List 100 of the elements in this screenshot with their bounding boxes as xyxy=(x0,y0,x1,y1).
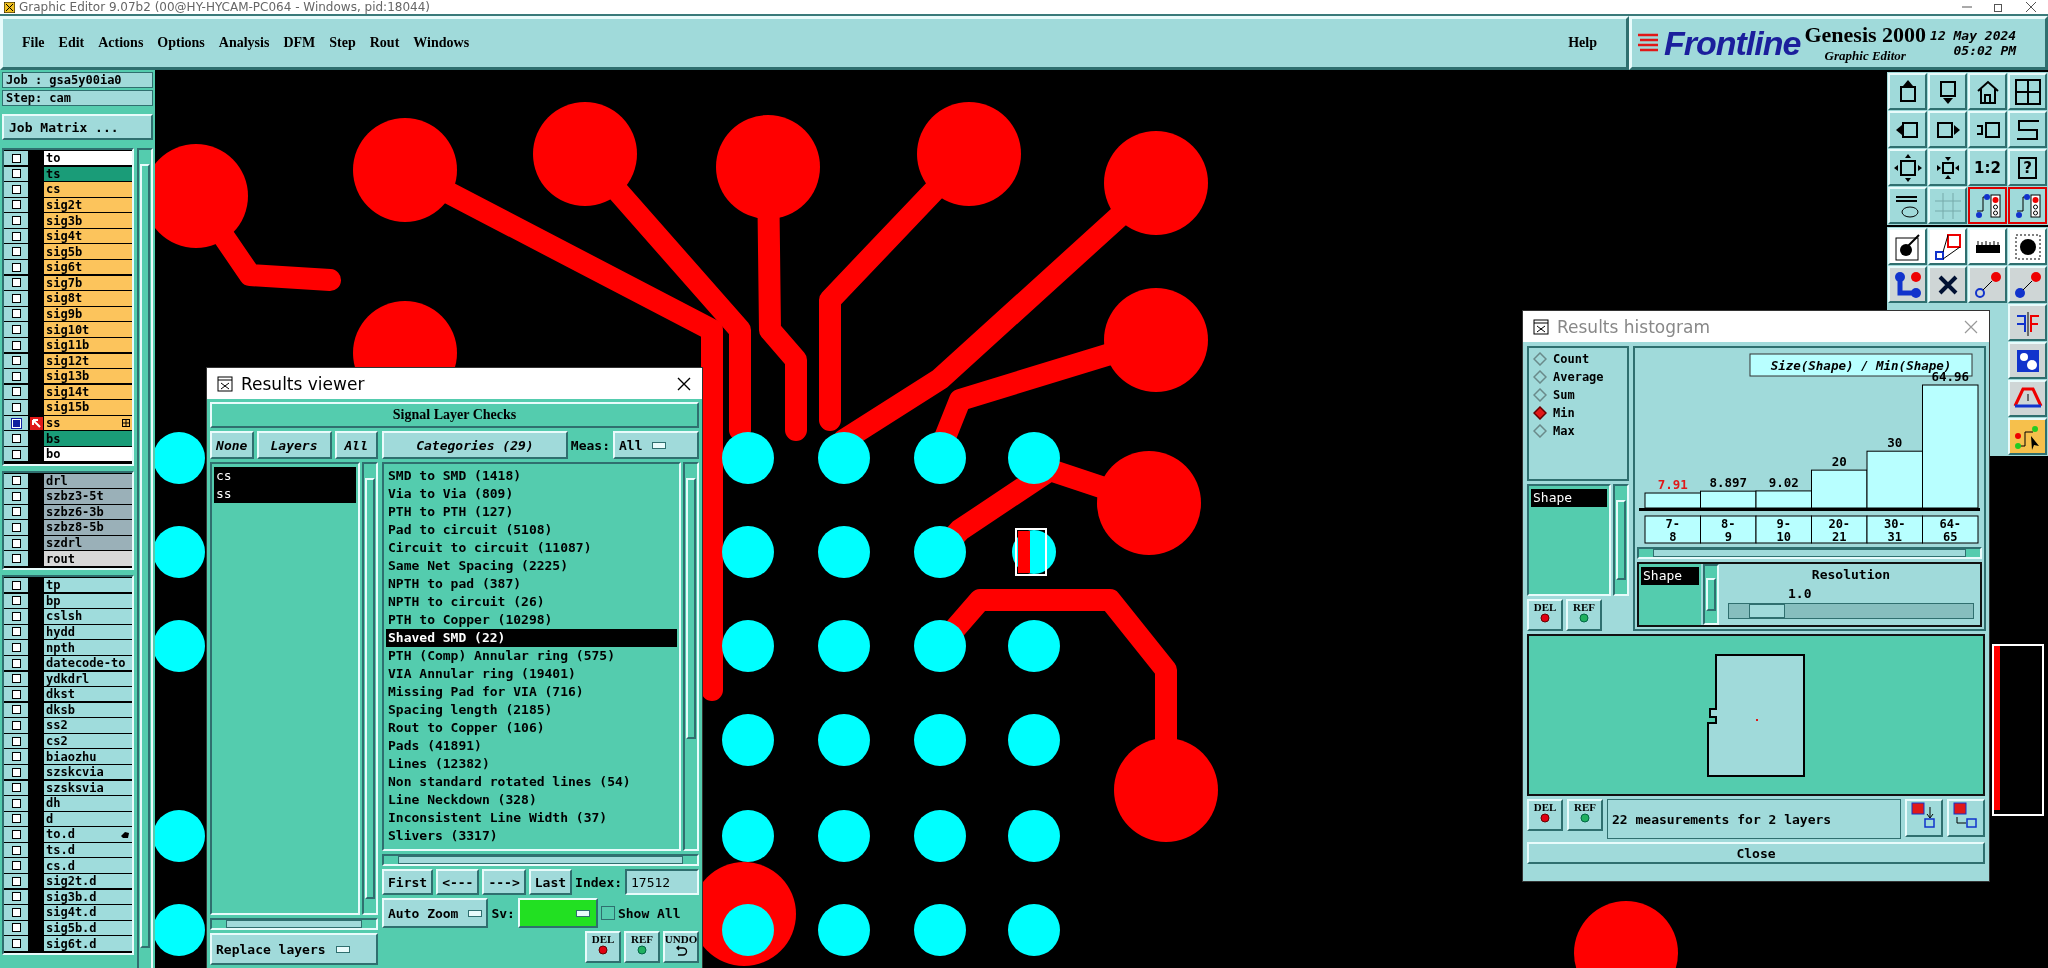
menu-item[interactable]: Step xyxy=(322,33,363,53)
layer-checkbox[interactable] xyxy=(11,169,21,179)
replace-layers-dropdown[interactable]: Replace layers xyxy=(210,933,378,965)
layer-name[interactable]: sig15b xyxy=(44,400,132,415)
layer-name[interactable]: bo xyxy=(44,447,132,462)
close-icon[interactable] xyxy=(2026,2,2036,12)
category-list-item[interactable]: Slivers (3317) xyxy=(386,827,677,845)
category-list-item[interactable]: Rout to Copper (106) xyxy=(386,719,677,737)
scrollbar[interactable] xyxy=(362,462,378,915)
layer-checkbox[interactable] xyxy=(11,262,21,272)
layer-checkbox[interactable] xyxy=(11,278,21,288)
category-list-item[interactable]: PTH to Copper (10298) xyxy=(386,611,677,629)
layer-checkbox[interactable] xyxy=(11,371,21,381)
layer-checkbox[interactable] xyxy=(11,674,21,684)
layer-name[interactable]: ydkdrl xyxy=(44,671,132,686)
layer-name[interactable]: to.d xyxy=(44,827,132,842)
layer-name[interactable]: dh xyxy=(44,796,132,811)
scrollbar[interactable] xyxy=(1613,484,1629,596)
index-field[interactable]: 17512 xyxy=(625,869,699,895)
layer-list-item[interactable]: cs xyxy=(214,467,356,485)
toolbar-button[interactable] xyxy=(1968,187,2007,224)
layer-name[interactable]: szbz8-5b xyxy=(44,520,132,535)
layer-name[interactable]: sig6t xyxy=(44,260,132,275)
layer-checkbox[interactable] xyxy=(11,829,21,839)
layer-name[interactable]: hydd xyxy=(44,624,132,640)
category-list-item[interactable]: Circuit to circuit (11087) xyxy=(386,539,677,557)
maximize-icon[interactable] xyxy=(1994,2,2004,12)
layer-name[interactable]: sig3b xyxy=(44,213,132,228)
category-list-item[interactable]: Inconsistent Line Width (37) xyxy=(386,809,677,827)
layer-checkbox[interactable] xyxy=(11,309,21,319)
layer-name[interactable]: szsksvia xyxy=(44,780,132,795)
layer-name[interactable]: sig10t xyxy=(44,322,132,337)
layer-name[interactable]: cs.d xyxy=(44,858,132,873)
layer-name[interactable]: sig4t xyxy=(44,228,132,244)
layer-name[interactable]: sig2t xyxy=(44,197,132,213)
layer-checkbox[interactable] xyxy=(11,923,21,933)
layer-checkbox[interactable] xyxy=(11,340,21,350)
layer-name[interactable]: sig8t xyxy=(44,291,132,306)
checks-title-button[interactable]: Signal Layer Checks xyxy=(210,402,699,428)
menu-item[interactable]: Analysis xyxy=(211,33,277,53)
scrollbar[interactable] xyxy=(683,462,699,851)
layer-checkbox[interactable] xyxy=(11,216,21,225)
layer-name[interactable]: szbz6-3b xyxy=(44,504,132,520)
mode-radio[interactable]: Count xyxy=(1533,352,1623,366)
layer-checkbox[interactable] xyxy=(11,783,21,793)
layer-checkbox[interactable] xyxy=(11,643,21,653)
layer-name[interactable]: ss xyxy=(44,415,132,431)
layer-list-item[interactable]: ss xyxy=(214,485,356,503)
layer-checkbox[interactable] xyxy=(11,200,21,210)
navigation-button[interactable]: ---> xyxy=(482,869,526,895)
menu-item[interactable]: Edit xyxy=(51,33,92,53)
category-list-item[interactable]: PTH (Comp) Annular ring (575) xyxy=(386,647,677,665)
layer-name[interactable]: sig14t xyxy=(44,384,132,400)
navigation-button[interactable]: <--- xyxy=(436,869,480,895)
category-list-item[interactable]: VIA Annular ring (19401) xyxy=(386,665,677,683)
layer-name[interactable]: bs xyxy=(44,431,132,446)
delete-button[interactable]: DEL xyxy=(1527,599,1563,631)
layer-name[interactable]: npth xyxy=(44,640,132,655)
layer-name[interactable]: sig3b.d xyxy=(44,889,132,904)
navigation-button[interactable]: First xyxy=(382,869,434,895)
layer-checkbox[interactable] xyxy=(11,892,21,902)
layer-name[interactable]: ss2 xyxy=(44,718,132,733)
layer-checkbox[interactable] xyxy=(11,387,21,397)
layer-name[interactable]: sig2t.d xyxy=(44,874,132,889)
layer-name[interactable]: sig6t.d xyxy=(44,936,132,951)
mode-radio[interactable]: Max xyxy=(1533,424,1623,438)
layer-name[interactable]: cs2 xyxy=(44,733,132,749)
layer-checkbox[interactable] xyxy=(11,907,21,917)
layer-checkbox[interactable] xyxy=(11,293,21,303)
color-dropdown[interactable] xyxy=(517,898,598,928)
layer-name[interactable]: sig5b.d xyxy=(44,920,132,936)
auto-zoom-dropdown[interactable]: Auto Zoom xyxy=(382,898,489,928)
close-icon[interactable] xyxy=(676,375,692,392)
menu-item[interactable]: Windows xyxy=(406,33,477,53)
layer-checkbox[interactable] xyxy=(11,658,21,668)
category-list-item[interactable]: PTH to PTH (127) xyxy=(386,503,677,521)
category-list-item[interactable]: Shaved SMD (22) xyxy=(386,629,677,647)
mode-radio[interactable]: Sum xyxy=(1533,388,1623,402)
layer-filter-button[interactable]: All xyxy=(334,431,378,459)
layer-checkbox[interactable] xyxy=(11,434,21,444)
layer-checkbox[interactable] xyxy=(11,596,21,606)
scrollbar[interactable] xyxy=(382,854,699,866)
category-list-item[interactable]: SMD to SMD (1418) xyxy=(386,467,677,485)
category-list-item[interactable]: Via to Via (809) xyxy=(386,485,677,503)
layer-checkbox[interactable] xyxy=(11,736,21,746)
layer-name[interactable]: szbz3-5t xyxy=(44,489,132,504)
layer-checkbox[interactable] xyxy=(11,491,21,501)
refresh-button[interactable]: REF xyxy=(1567,799,1603,831)
layer-checkbox[interactable] xyxy=(11,184,21,194)
mode-radio[interactable]: Min xyxy=(1533,406,1623,420)
categories-button[interactable]: Categories (29) xyxy=(382,431,568,459)
layer-checkbox[interactable] xyxy=(11,476,21,486)
import-button[interactable] xyxy=(1947,799,1985,837)
layer-checkbox[interactable] xyxy=(11,356,21,366)
refresh-button[interactable]: REF xyxy=(1566,599,1602,631)
layer-name[interactable]: bp xyxy=(44,593,132,608)
layer-name[interactable]: tp xyxy=(44,578,132,593)
scale-button[interactable]: 1:2 xyxy=(1968,149,2007,186)
layer-name[interactable]: ts.d xyxy=(44,842,132,858)
category-list-item[interactable]: Pads (41891) xyxy=(386,737,677,755)
